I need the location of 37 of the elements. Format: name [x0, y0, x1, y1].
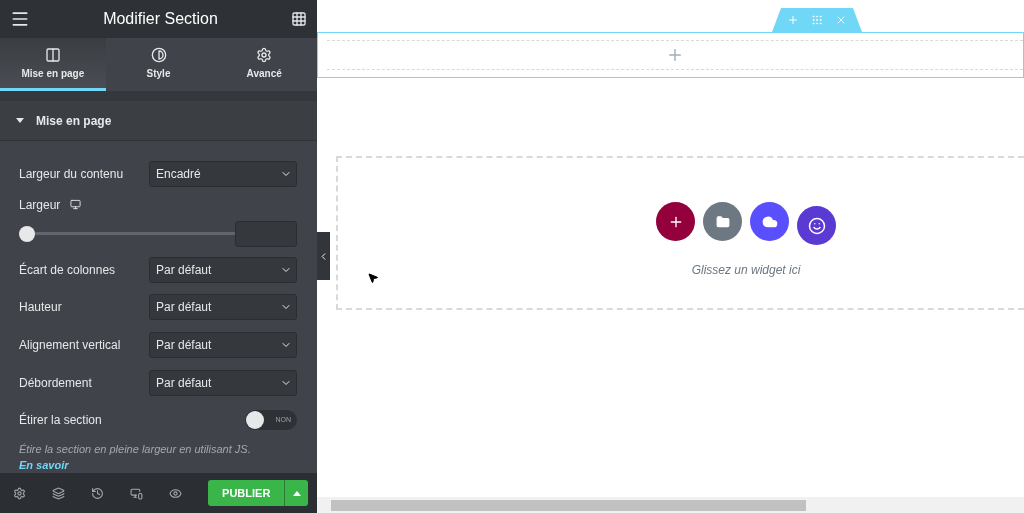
desktop-icon [70, 199, 82, 211]
help-text: Étire la section en pleine largeur en utilisant JS. En savoir [19, 442, 252, 473]
folder-icon [715, 214, 730, 229]
smiley-icon [807, 216, 826, 235]
select-field[interactable]: Encadré [149, 160, 297, 187]
select-field[interactable]: Par défaut [149, 256, 297, 283]
folder-button[interactable] [703, 202, 742, 241]
cloud-button[interactable] [750, 202, 789, 241]
section-header[interactable]: Mise en page [0, 101, 317, 141]
control-label: Hauteur [19, 300, 62, 315]
panel-title: Modifier Section [103, 10, 218, 28]
grid-icon[interactable] [291, 11, 307, 27]
control-label: Largeur [19, 197, 61, 212]
menu-icon[interactable] [10, 9, 30, 29]
control-label: Étirer la section [19, 412, 102, 427]
drop-hint: Glissez un widget ici [691, 263, 801, 277]
learn-more-link[interactable]: En savoir [19, 459, 69, 471]
settings-icon [256, 47, 273, 63]
columns-icon [44, 47, 61, 63]
publish-options-button[interactable] [284, 480, 308, 506]
select-field[interactable]: Par défaut [149, 332, 297, 359]
select-field[interactable]: Par défaut [149, 294, 297, 321]
panel-tab[interactable]: Mise en page [0, 38, 106, 91]
select-field[interactable]: Par défaut [149, 370, 297, 397]
number-field[interactable] [235, 220, 297, 247]
caret-icon [16, 118, 24, 123]
mouse-cursor-icon [367, 272, 379, 284]
control-label: Largeur du contenu [19, 166, 124, 181]
section-title: Mise en page [36, 113, 112, 128]
control-label: Écart de colonnes [19, 262, 116, 277]
smiley-button[interactable] [797, 206, 836, 245]
add-button[interactable] [656, 202, 695, 241]
contrast-icon [150, 47, 167, 63]
control-label: Alignement vertical [19, 338, 121, 353]
scrollbar[interactable] [317, 497, 1024, 513]
slider-thumb[interactable] [19, 225, 35, 242]
control-label: Débordement [19, 376, 92, 391]
